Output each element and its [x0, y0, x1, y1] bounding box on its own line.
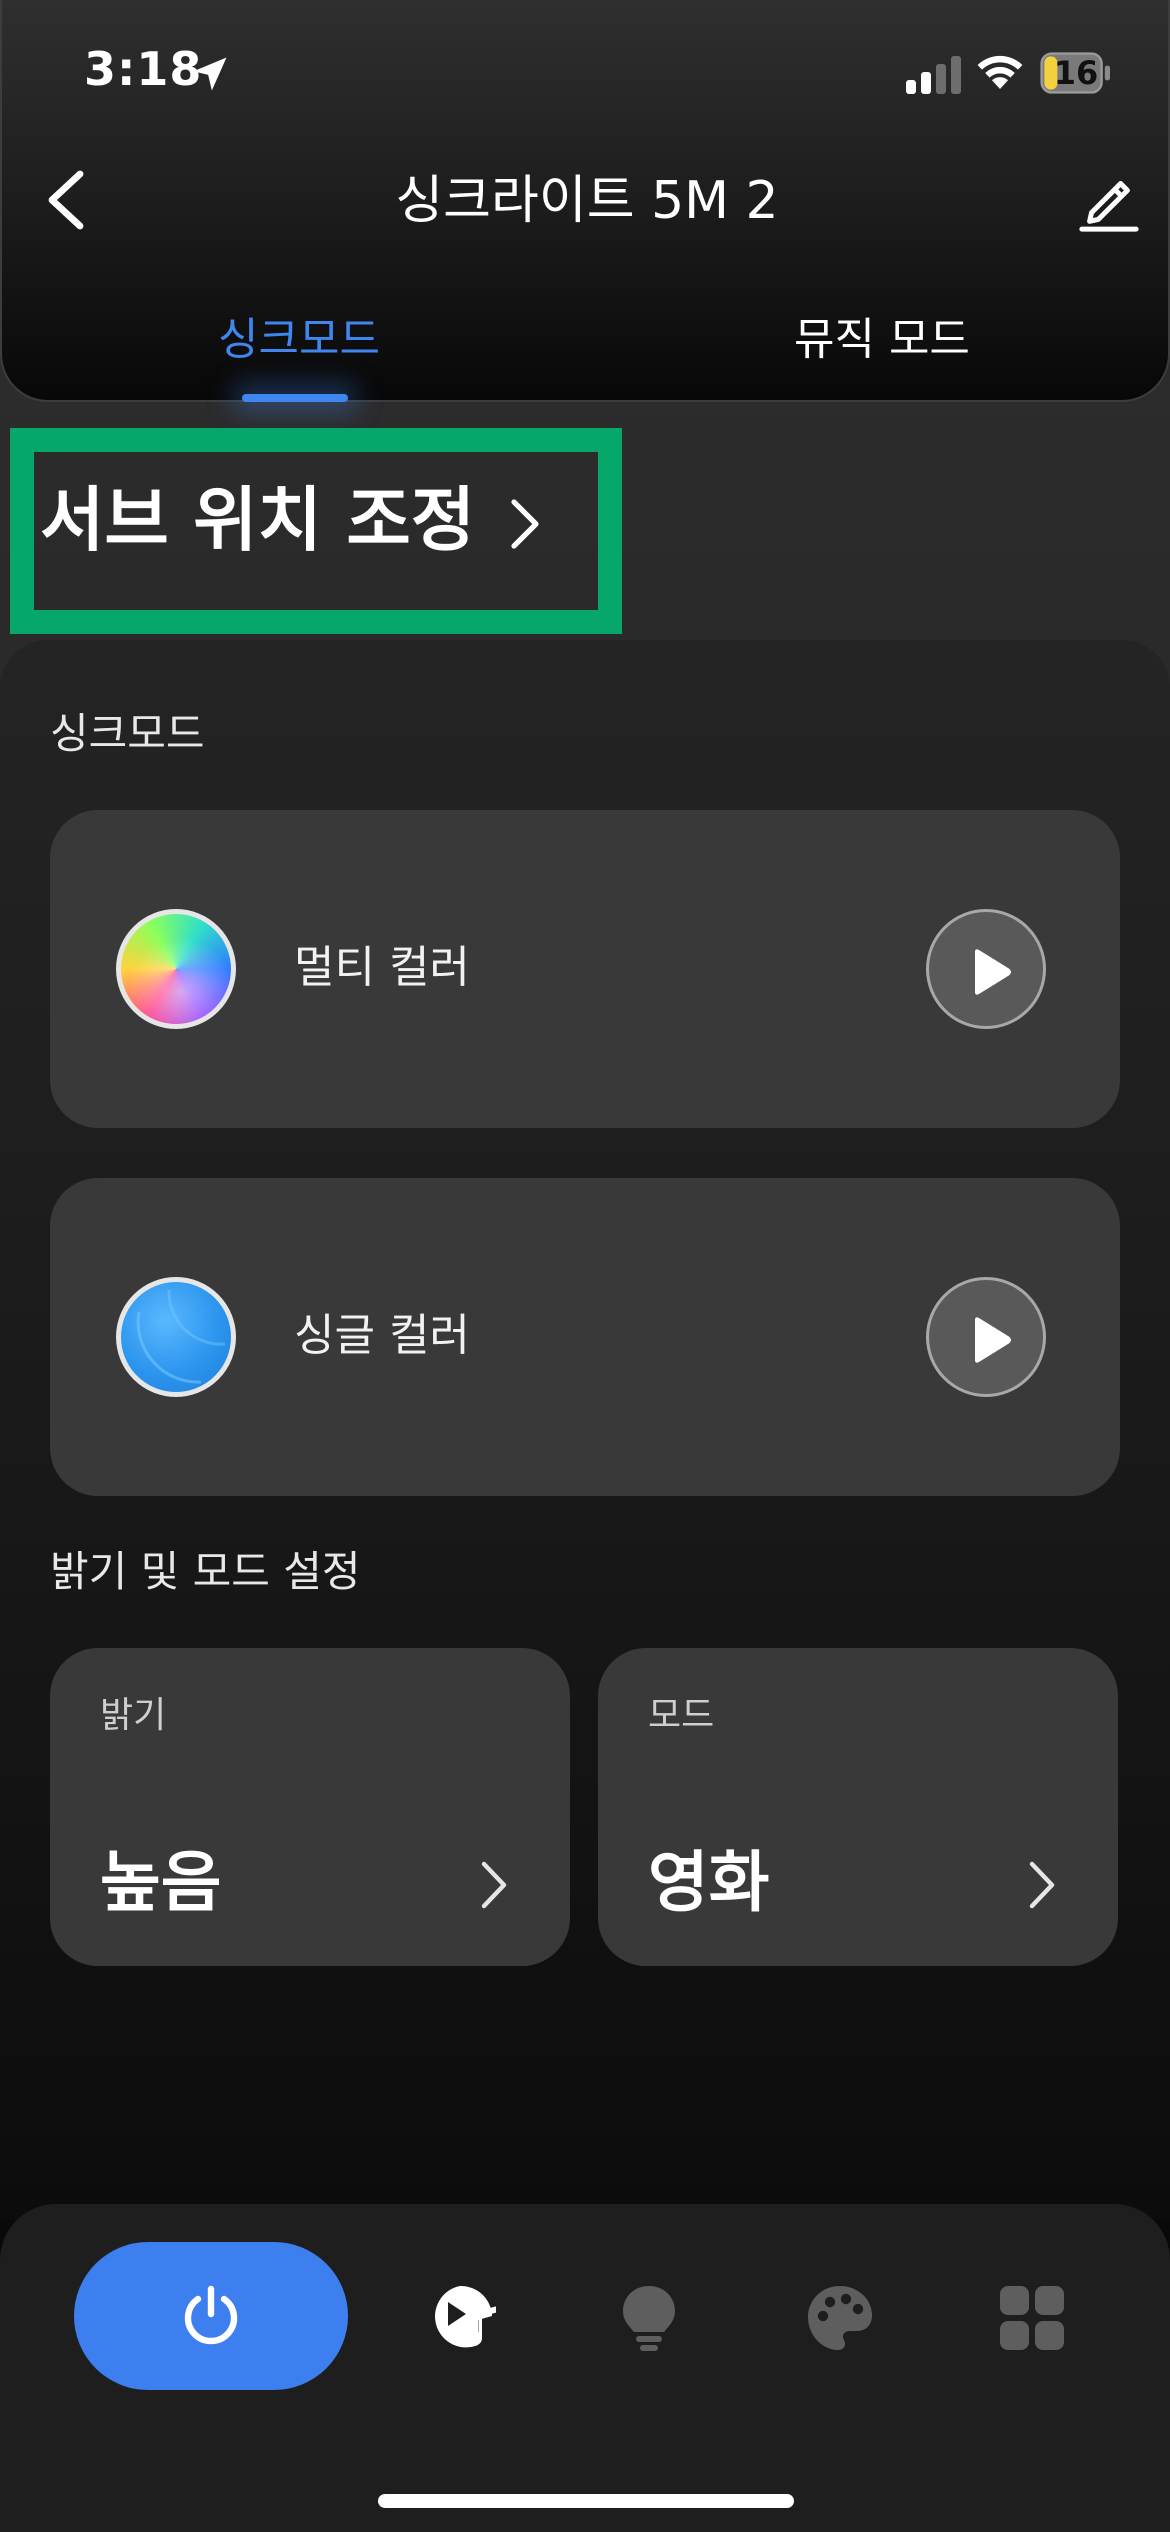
- location-arrow-icon: [193, 57, 227, 91]
- edit-pencil-icon[interactable]: [1078, 170, 1140, 232]
- header: 3:18 16 싱크라이트 5M 2 싱크모드 뮤직 모드: [0, 0, 1170, 402]
- status-time: 3:18: [84, 42, 203, 96]
- brightness-value: 높음: [100, 1844, 222, 1921]
- multi-color-card[interactable]: 멀티 컬러: [50, 810, 1120, 1128]
- single-color-play-button[interactable]: [926, 1277, 1046, 1397]
- battery-level: 16: [1053, 54, 1099, 92]
- play-icon: [975, 949, 1011, 995]
- page-title: 싱크라이트 5M 2: [395, 171, 779, 231]
- chevron-right-icon[interactable]: [508, 496, 542, 552]
- position-adjust-button[interactable]: 서브 위치 조정: [40, 470, 475, 570]
- wifi-icon: [977, 55, 1023, 89]
- brightness-label: 밝기: [100, 1695, 167, 1736]
- mode-label: 모드: [648, 1695, 715, 1736]
- screen: 3:18 16 싱크라이트 5M 2 싱크모드 뮤직 모드 서브 위치 조정 싱…: [0, 0, 1170, 2532]
- bulb-icon[interactable]: [613, 2282, 685, 2354]
- tab-music-mode[interactable]: 뮤직 모드: [794, 310, 970, 370]
- back-arrow-icon[interactable]: [40, 168, 90, 232]
- multi-color-play-button[interactable]: [926, 909, 1046, 1029]
- active-tab-indicator: [242, 394, 348, 402]
- cellular-signal-icon: [906, 56, 961, 94]
- music-sync-icon[interactable]: [426, 2282, 498, 2354]
- bottom-nav-bar: [0, 2204, 1170, 2532]
- tab-sync-mode[interactable]: 싱크모드: [218, 310, 380, 370]
- single-color-card[interactable]: 싱글 컬러: [50, 1178, 1120, 1496]
- grid-apps-icon[interactable]: [996, 2282, 1068, 2354]
- palette-icon[interactable]: [804, 2282, 876, 2354]
- brightness-card[interactable]: 밝기 높음: [50, 1648, 570, 1966]
- multi-color-label: 멀티 컬러: [294, 942, 470, 993]
- swatch-arc: [136, 1289, 226, 1384]
- sync-section-title: 싱크모드: [50, 709, 205, 758]
- home-indicator[interactable]: [378, 2494, 794, 2508]
- power-button[interactable]: [74, 2242, 348, 2390]
- mode-card[interactable]: 모드 영화: [598, 1648, 1118, 1966]
- single-color-label: 싱글 컬러: [294, 1310, 470, 1361]
- power-icon: [184, 2285, 238, 2345]
- chevron-right-icon: [481, 1861, 507, 1909]
- multi-color-swatch-icon: [116, 909, 236, 1029]
- chevron-right-icon: [1029, 1861, 1055, 1909]
- play-icon: [975, 1317, 1011, 1363]
- mode-value: 영화: [648, 1844, 770, 1921]
- settings-section-title: 밝기 및 모드 설정: [50, 1547, 361, 1596]
- single-color-swatch-icon: [116, 1277, 236, 1397]
